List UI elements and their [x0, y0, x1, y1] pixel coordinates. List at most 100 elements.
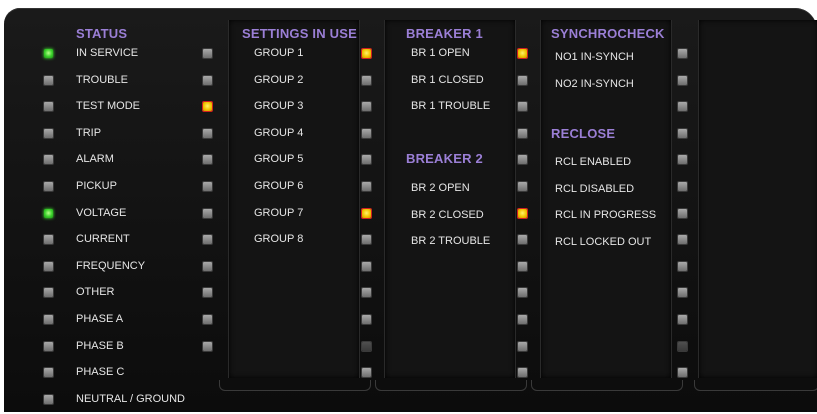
- status-label-2: TEST MODE: [76, 100, 140, 113]
- status-led-6: [44, 208, 53, 218]
- synch-led-11: [518, 341, 527, 351]
- status-header: STATUS: [76, 26, 128, 41]
- settings-led-3: [203, 128, 212, 138]
- status-label-8: FREQUENCY: [76, 259, 146, 272]
- extra-led-1: [678, 75, 687, 85]
- status-label-10: PHASE A: [76, 313, 124, 325]
- extra-led-7: [678, 235, 687, 245]
- settings-led-10: [203, 315, 212, 324]
- settings-led-9: [203, 288, 212, 298]
- extra-led-2: [678, 102, 687, 112]
- status-label-6: VOLTAGE: [76, 206, 127, 219]
- breaker2-label-1: BR 2 CLOSED: [411, 208, 484, 221]
- breaker1-label-1: BR 1 CLOSED: [411, 73, 484, 86]
- synch-led-10: [518, 315, 527, 324]
- synchrocheck-label-0: NO1 IN-SYNCH: [555, 51, 634, 63]
- settings-window-foot: [219, 380, 371, 391]
- synch-window: [540, 20, 672, 378]
- extra-led-4: [678, 155, 687, 165]
- status-label-5: PICKUP: [76, 180, 117, 192]
- synch-led-12: [518, 368, 527, 378]
- status-label-11: PHASE B: [76, 339, 124, 352]
- breaker1-label-0: BR 1 OPEN: [411, 47, 470, 59]
- status-label-9: OTHER: [76, 286, 115, 299]
- synch-window-foot: [531, 380, 683, 391]
- settings-label-7: GROUP 8: [254, 233, 304, 246]
- breaker-led-6: [362, 208, 371, 218]
- settings-label-6: GROUP 7: [254, 206, 304, 219]
- relay-front-panel: STATUS SETTINGS IN USE BREAKER 1 BREAKER…: [4, 8, 817, 412]
- breaker-led-10: [362, 315, 371, 324]
- settings-led-6: [203, 208, 212, 218]
- status-label-4: ALARM: [76, 153, 114, 166]
- breaker-led-11: [362, 341, 371, 351]
- settings-label-3: GROUP 4: [254, 126, 304, 139]
- status-led-7: [44, 235, 53, 245]
- status-led-0: [44, 49, 53, 58]
- breaker2-header: BREAKER 2: [406, 151, 483, 166]
- synch-led-9: [518, 288, 527, 298]
- status-led-5: [44, 182, 53, 191]
- status-led-8: [44, 261, 53, 271]
- status-label-13: NEUTRAL / GROUND: [76, 392, 185, 405]
- settings-led-8: [203, 261, 212, 271]
- reclose-label-2: RCL IN PROGRESS: [555, 209, 657, 222]
- synch-led-1: [518, 75, 527, 85]
- settings-label-5: GROUP 6: [254, 180, 304, 192]
- status-led-3: [44, 128, 53, 138]
- breaker-led-2: [362, 102, 371, 112]
- settings-label-0: GROUP 1: [254, 47, 304, 59]
- status-led-9: [44, 288, 53, 298]
- breaker-led-5: [362, 182, 371, 191]
- synch-led-7: [518, 235, 527, 245]
- breaker-window-foot: [375, 380, 527, 391]
- settings-led-4: [203, 155, 212, 165]
- extra-led-6: [678, 208, 687, 218]
- synch-led-3: [518, 128, 527, 138]
- status-label-7: CURRENT: [76, 233, 130, 246]
- settings-label-2: GROUP 3: [254, 100, 304, 113]
- extra-led-3: [678, 128, 687, 138]
- extra-led-11: [678, 341, 687, 351]
- status-led-2: [44, 102, 53, 112]
- breaker-led-4: [362, 155, 371, 165]
- settings-header: SETTINGS IN USE: [242, 26, 357, 41]
- status-label-0: IN SERVICE: [76, 47, 139, 59]
- reclose-label-3: RCL LOCKED OUT: [555, 235, 652, 248]
- settings-led-11: [203, 341, 212, 351]
- breaker-led-12: [362, 368, 371, 378]
- synch-led-4: [518, 155, 527, 165]
- settings-led-1: [203, 75, 212, 85]
- status-label-3: TRIP: [76, 126, 102, 139]
- settings-led-7: [203, 235, 212, 245]
- reclose-header: RECLOSE: [551, 126, 616, 141]
- status-led-12: [44, 368, 53, 378]
- synch-led-2: [518, 102, 527, 112]
- breaker-led-9: [362, 288, 371, 298]
- breaker-led-7: [362, 235, 371, 245]
- extra-led-5: [678, 182, 687, 191]
- extra-window-foot: [694, 380, 817, 391]
- settings-led-2: [203, 102, 212, 112]
- settings-label-4: GROUP 5: [254, 153, 304, 166]
- extra-led-9: [678, 288, 687, 298]
- extra-led-10: [678, 315, 687, 324]
- breaker1-header: BREAKER 1: [406, 26, 483, 41]
- breaker2-label-2: BR 2 TROUBLE: [411, 235, 491, 248]
- synchrocheck-label-1: NO2 IN-SYNCH: [555, 77, 634, 90]
- extra-window: [698, 20, 817, 378]
- settings-led-0: [203, 49, 212, 58]
- extra-led-12: [678, 368, 687, 378]
- status-led-10: [44, 315, 53, 324]
- breaker2-label-0: BR 2 OPEN: [411, 182, 470, 194]
- breaker-led-1: [362, 75, 371, 85]
- status-led-11: [44, 341, 53, 351]
- status-label-12: PHASE C: [76, 366, 125, 379]
- extra-led-8: [678, 261, 687, 271]
- synchrocheck-header: SYNCHROCHECK: [551, 26, 665, 41]
- extra-led-0: [678, 49, 687, 58]
- reclose-label-1: RCL DISABLED: [555, 182, 635, 195]
- settings-label-1: GROUP 2: [254, 73, 304, 86]
- status-led-13: [44, 394, 53, 404]
- breaker1-label-2: BR 1 TROUBLE: [411, 100, 491, 113]
